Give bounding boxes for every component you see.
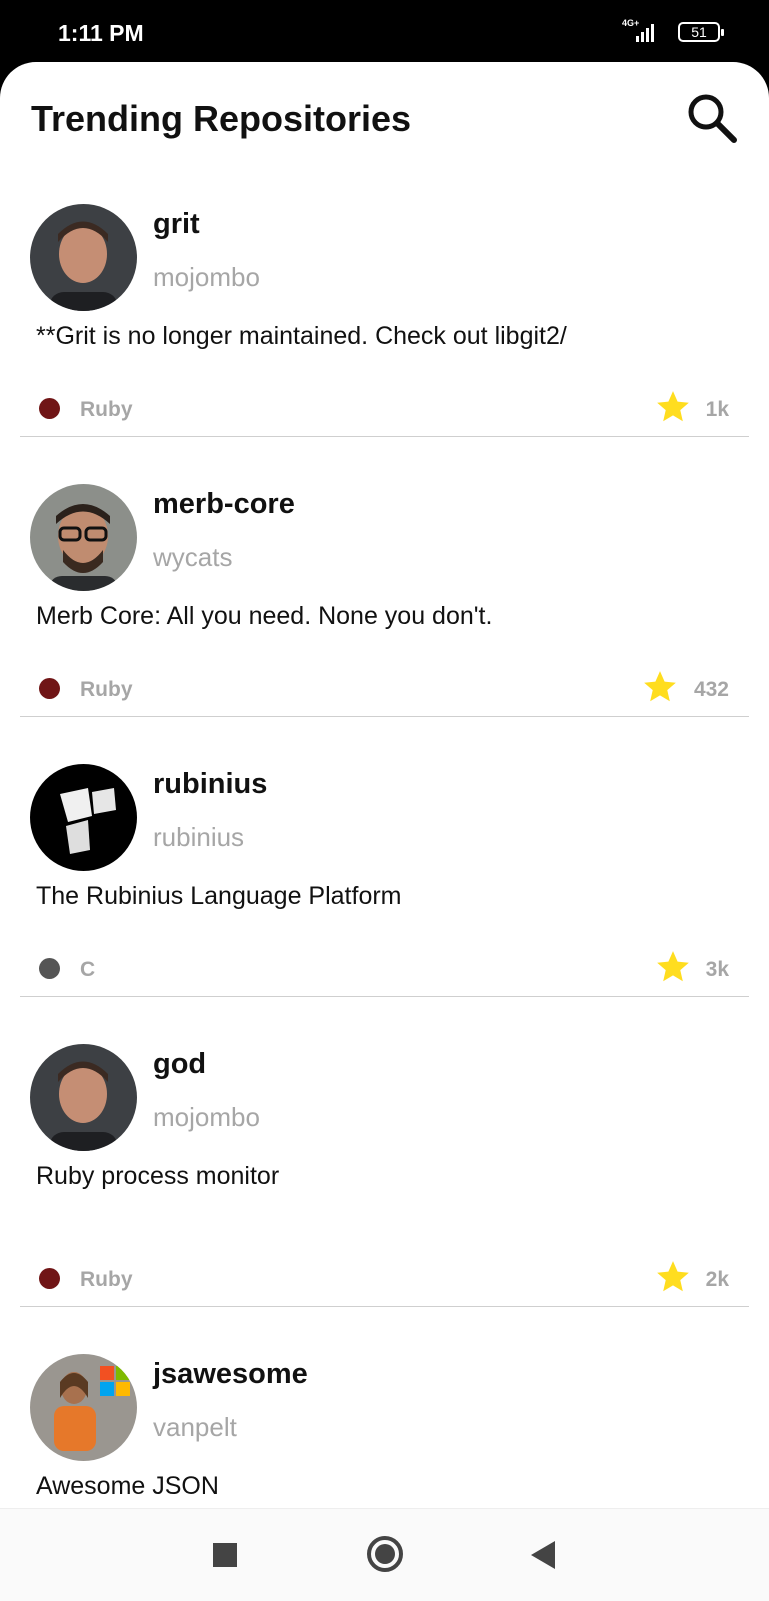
repo-owner: wycats — [153, 542, 233, 572]
search-icon[interactable] — [684, 90, 740, 146]
recents-square-icon[interactable] — [213, 1543, 237, 1567]
star-icon — [657, 391, 689, 422]
repo-card[interactable]: rubinius rubinius The Rubinius Language … — [20, 754, 749, 997]
repo-card[interactable]: grit mojombo **Grit is no longer maintai… — [20, 194, 749, 437]
repo-owner: mojombo — [153, 262, 260, 292]
system-nav-bar — [0, 1508, 769, 1601]
repo-description: **Grit is no longer maintained. Check ou… — [36, 322, 567, 350]
language-color-dot — [39, 398, 60, 419]
repo-owner: vanpelt — [153, 1412, 237, 1442]
repo-list[interactable]: grit mojombo **Grit is no longer maintai… — [0, 194, 769, 1574]
star-count: 3k — [705, 958, 729, 981]
page-title: Trending Repositories — [31, 98, 412, 139]
language-label: Ruby — [80, 1268, 133, 1291]
repo-card[interactable]: god mojombo Ruby process monitor Ruby 2k — [20, 1034, 749, 1307]
avatar — [30, 1044, 137, 1151]
language-color-dot — [39, 958, 60, 979]
battery-level: 51 — [691, 24, 707, 40]
avatar — [30, 1354, 137, 1461]
repo-owner: rubinius — [153, 822, 245, 852]
star-icon — [657, 951, 689, 982]
avatar — [30, 204, 137, 311]
repo-name[interactable]: merb-core — [153, 488, 295, 521]
status-bar: 1:11 PM 4G+ 51 — [0, 0, 769, 66]
star-icon — [644, 671, 676, 702]
language-color-dot — [39, 678, 60, 699]
star-icon — [657, 1261, 689, 1292]
star-count: 432 — [693, 678, 729, 701]
language-label: C — [80, 958, 96, 981]
back-triangle-icon[interactable] — [531, 1541, 555, 1569]
app-screen: Trending Repositories grit mojombo **Gri… — [0, 62, 769, 1600]
home-circle-icon[interactable] — [366, 1535, 404, 1573]
repo-owner: mojombo — [153, 1102, 260, 1132]
star-count: 2k — [705, 1268, 729, 1291]
status-time: 1:11 PM — [58, 20, 144, 46]
repo-name[interactable]: jsawesome — [153, 1358, 308, 1391]
repo-name[interactable]: rubinius — [153, 768, 267, 801]
language-label: Ruby — [80, 678, 133, 701]
repo-card[interactable]: merb-core wycats Merb Core: All you need… — [20, 474, 749, 717]
avatar — [30, 484, 137, 591]
repo-name[interactable]: grit — [153, 208, 200, 241]
language-color-dot — [39, 1268, 60, 1289]
battery-icon: 51 — [678, 22, 724, 42]
star-count: 1k — [705, 398, 729, 421]
repo-description: Ruby process monitor — [36, 1162, 280, 1190]
repo-description: Awesome JSON — [36, 1472, 219, 1500]
repo-description: Merb Core: All you need. None you don't. — [36, 602, 493, 630]
signal-icon — [636, 24, 654, 42]
avatar — [30, 764, 137, 871]
language-label: Ruby — [80, 398, 133, 421]
repo-description: The Rubinius Language Platform — [36, 882, 402, 910]
repo-name[interactable]: god — [153, 1048, 206, 1081]
